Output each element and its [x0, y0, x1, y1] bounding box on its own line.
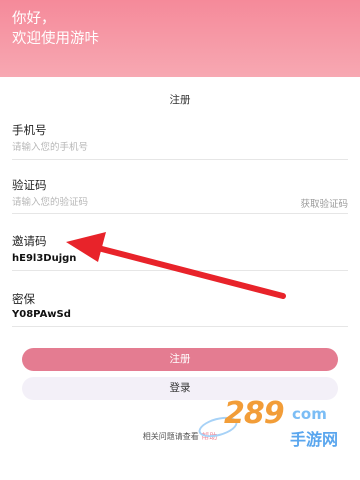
code-input[interactable]	[12, 194, 252, 210]
security-input[interactable]	[12, 306, 294, 322]
greeting-line-2: 欢迎使用游咔	[12, 31, 99, 47]
get-code-button[interactable]: 获取验证码	[300, 196, 348, 210]
greeting-line-1: 你好，	[12, 11, 56, 27]
invite-divider	[12, 270, 348, 271]
watermark-number: 289	[224, 396, 285, 431]
register-button[interactable]: 注册	[22, 348, 338, 371]
invite-label: 邀请码	[12, 234, 47, 248]
watermark-suffix: com	[292, 405, 327, 423]
code-label: 验证码	[12, 178, 47, 192]
phone-label: 手机号	[12, 123, 47, 137]
page-title: 注册	[169, 94, 191, 106]
security-divider	[12, 326, 348, 327]
security-label: 密保	[12, 292, 35, 306]
phone-input[interactable]	[12, 139, 294, 155]
invite-input[interactable]	[12, 250, 294, 266]
help-text: 相关问题请查看	[142, 432, 199, 441]
code-divider	[12, 213, 348, 214]
phone-divider	[12, 159, 348, 160]
watermark-subtext: 手游网	[290, 430, 339, 449]
watermark-logo: 289 com 手游网	[194, 396, 354, 458]
header-banner: 你好， 欢迎使用游咔	[0, 0, 360, 77]
